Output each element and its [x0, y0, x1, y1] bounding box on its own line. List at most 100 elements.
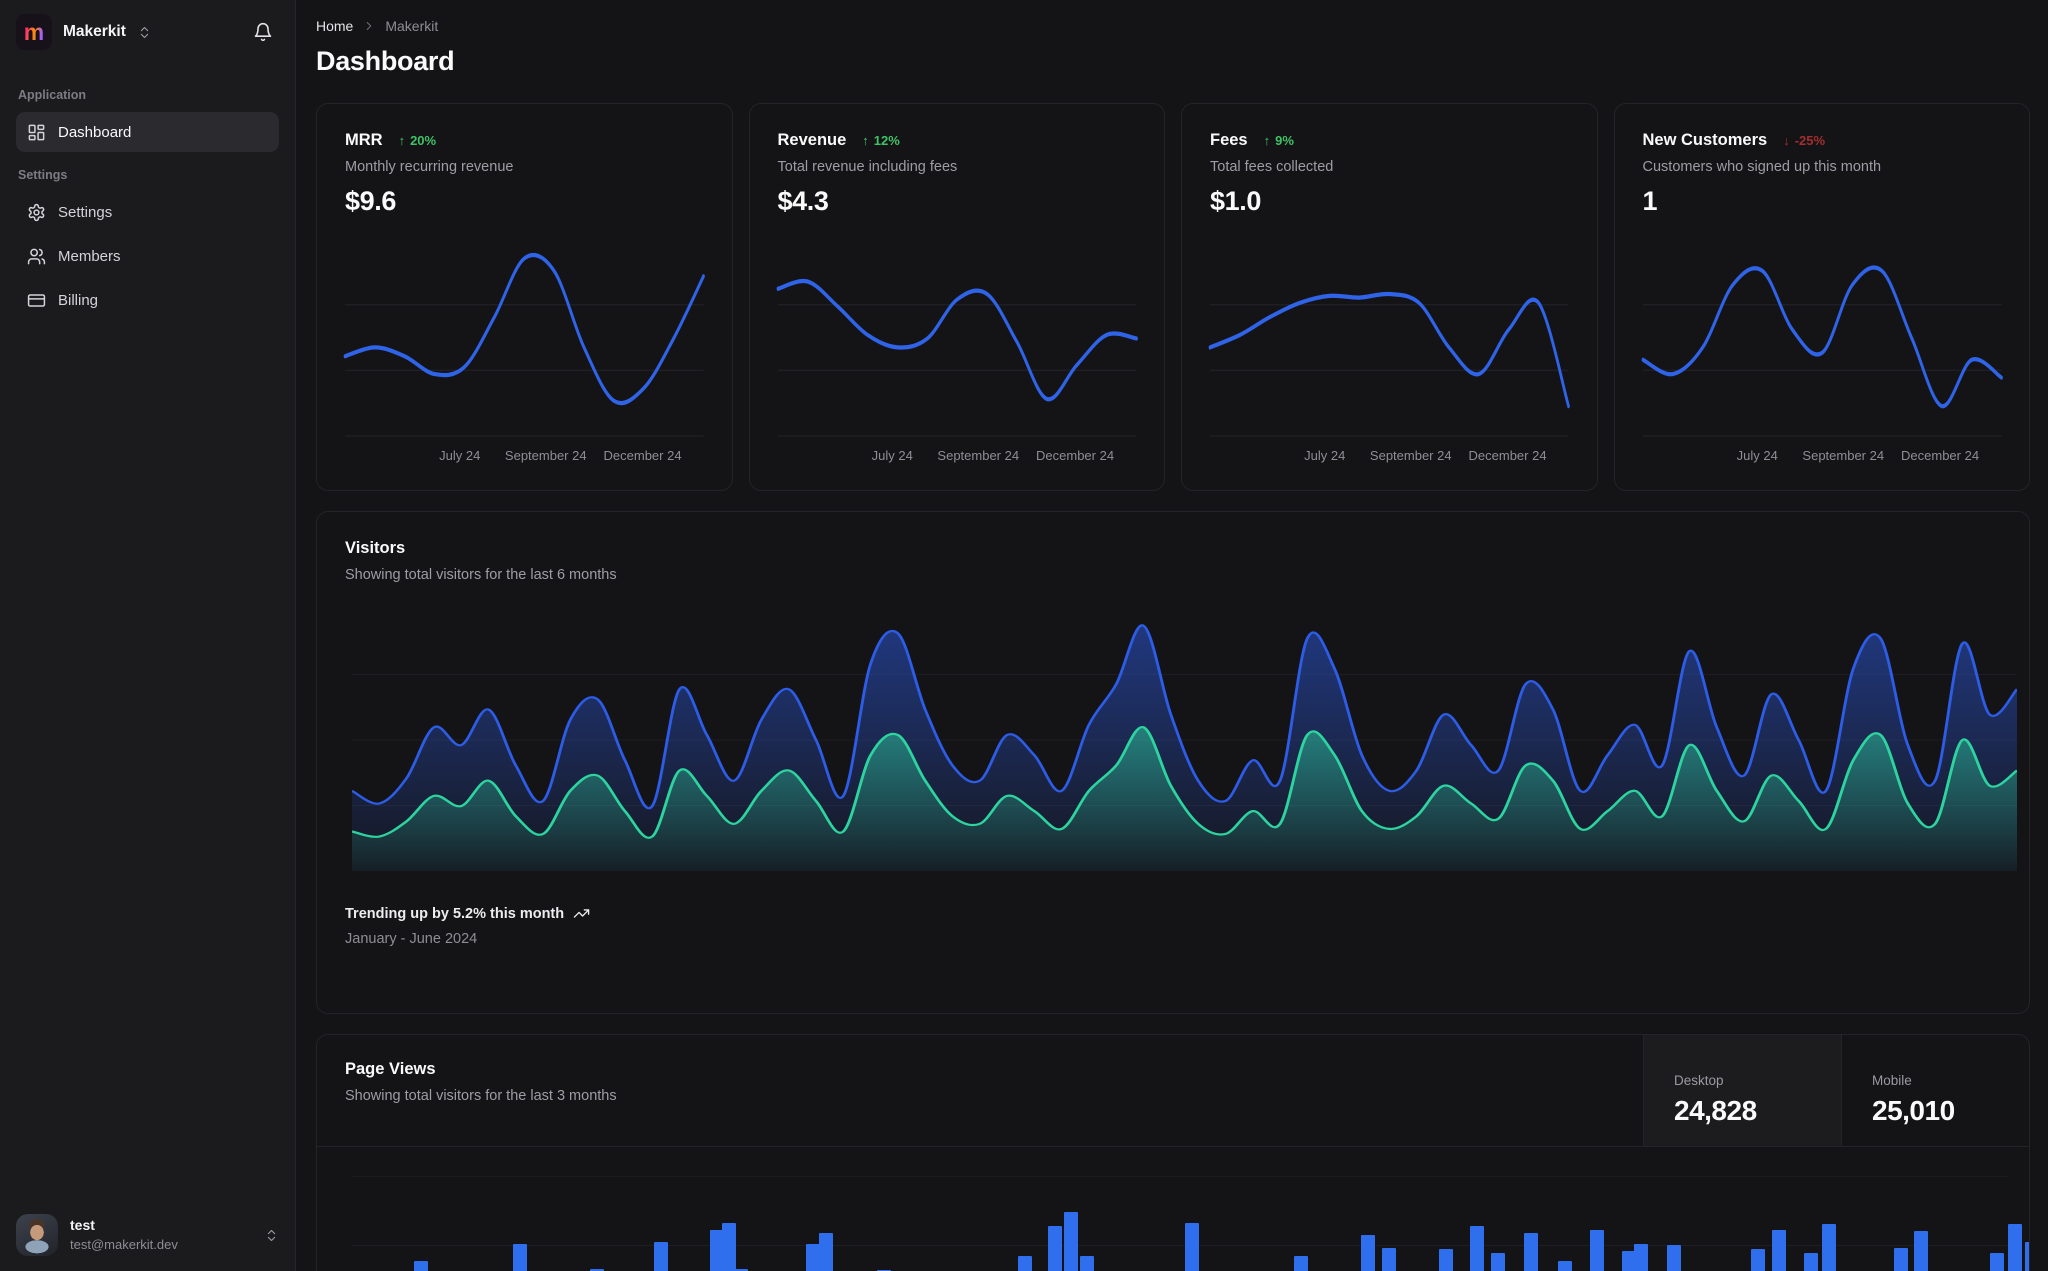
stat-card-fees: Fees ↑ 9% Total fees collected $1.0 July…	[1181, 103, 1598, 491]
stat-subtitle: Total fees collected	[1210, 159, 1334, 175]
gear-icon	[28, 203, 45, 221]
x-tick: July 24	[1304, 448, 1346, 463]
bar	[1914, 1231, 1928, 1271]
makerkit-logo: m	[16, 14, 52, 50]
bar	[1990, 1253, 2004, 1271]
bar	[1470, 1226, 1484, 1271]
trend-up-icon: ↑	[862, 133, 869, 148]
x-tick: September 24	[1802, 448, 1885, 463]
page-views-title: Page Views	[345, 1060, 436, 1078]
bar	[1524, 1233, 1538, 1271]
stat-value: $4.3	[777, 186, 829, 216]
revenue-sparkline-chart[interactable]: July 24 September 24 December 24	[776, 239, 1138, 470]
stat-subtitle: Customers who signed up this month	[1642, 159, 1882, 175]
trend-down-icon: ↓	[1783, 133, 1790, 148]
page-views-subtitle: Showing total visitors for the last 3 mo…	[345, 1088, 617, 1104]
notifications-bell-icon[interactable]	[249, 18, 277, 46]
bar	[513, 1244, 527, 1271]
breadcrumb-home[interactable]: Home	[316, 18, 353, 34]
sidebar-item-members[interactable]: Members	[16, 236, 279, 276]
trend-value: 12%	[873, 133, 900, 148]
bar	[2008, 1224, 2022, 1271]
nav-section-application: Application	[18, 88, 87, 102]
trend-value: 20%	[410, 133, 437, 148]
trend-up-icon: ↑	[398, 133, 406, 148]
trend-value: 9%	[1275, 133, 1294, 148]
user-name: test	[70, 1217, 95, 1234]
dashboard-icon	[28, 124, 45, 140]
stat-card-new-customers: New Customers ↓ -25% Customers who signe…	[1613, 103, 2030, 491]
bar	[1294, 1256, 1308, 1271]
tab-label: Desktop	[1674, 1073, 1724, 1088]
bar	[1080, 1256, 1094, 1271]
bar	[1822, 1224, 1836, 1271]
user-email: test@makerkit.dev	[70, 1236, 178, 1252]
visitors-title: Visitors	[345, 539, 406, 557]
visitors-trend-text: Trending up by 5.2% this month	[345, 905, 565, 922]
visitors-subtitle: Showing total visitors for the last 6 mo…	[345, 567, 617, 583]
mrr-sparkline-chart[interactable]: July 24 September 24 December 24	[343, 239, 705, 470]
stat-value: $1.0	[1210, 186, 1261, 216]
bar	[1804, 1253, 1818, 1271]
stat-subtitle: Total revenue including fees	[777, 159, 958, 175]
trend-badge: ↑ 9%	[1264, 133, 1294, 148]
chevron-right-icon	[367, 21, 372, 31]
nav-section-settings: Settings	[18, 168, 68, 182]
bar	[1018, 1256, 1032, 1271]
bar	[1634, 1244, 1648, 1271]
x-tick: December 24	[1468, 448, 1547, 463]
trend-value: -25%	[1794, 133, 1826, 148]
sidebar: m Makerkit Application Dashboard Setting…	[0, 0, 296, 1271]
tab-value: 25,010	[1872, 1095, 1955, 1126]
stat-card-revenue: Revenue ↑ 12% Total revenue including fe…	[748, 103, 1165, 491]
bar	[1048, 1226, 1062, 1271]
bar	[1361, 1235, 1375, 1271]
tab-desktop[interactable]: Desktop 24,828	[1643, 1035, 1841, 1146]
tab-mobile[interactable]: Mobile 25,010	[1841, 1035, 2029, 1146]
bar	[1751, 1249, 1765, 1271]
workspace-selector[interactable]: m Makerkit	[16, 14, 249, 50]
stat-value: $9.6	[345, 186, 396, 216]
bar	[1590, 1230, 1604, 1271]
visitors-period: January - June 2024	[345, 931, 478, 947]
credit-card-icon	[27, 293, 46, 307]
sidebar-item-billing[interactable]: Billing	[16, 280, 279, 320]
x-tick: September 24	[504, 448, 587, 463]
customers-sparkline-chart[interactable]: July 24 September 24 December 24	[1641, 239, 2003, 470]
x-tick: July 24	[1736, 448, 1778, 463]
bar	[1439, 1249, 1453, 1271]
sidebar-item-label: Dashboard	[58, 123, 132, 141]
visitors-area-chart[interactable]	[351, 609, 2019, 871]
sidebar-nav: Application Dashboard Settings Settings …	[0, 60, 295, 1199]
users-icon	[27, 248, 46, 264]
x-tick: September 24	[1369, 448, 1452, 463]
stat-subtitle: Monthly recurring revenue	[345, 159, 514, 175]
sidebar-item-settings[interactable]: Settings	[16, 192, 279, 232]
avatar	[16, 1214, 58, 1256]
stat-title: Revenue	[777, 131, 847, 149]
main-content: Home Makerkit Dashboard MRR ↑ 20% Monthl…	[296, 0, 2048, 1271]
bar	[1064, 1212, 1078, 1271]
trending-up-icon	[573, 909, 590, 918]
fees-sparkline-chart[interactable]: July 24 September 24 December 24	[1208, 239, 1570, 470]
stat-title: New Customers	[1642, 131, 1768, 149]
trend-up-icon: ↑	[1263, 133, 1271, 148]
bar	[722, 1223, 736, 1271]
user-menu[interactable]: test test@makerkit.dev	[0, 1199, 295, 1271]
page-views-bar-chart[interactable]	[352, 1147, 2029, 1271]
gridline	[352, 1245, 2009, 1246]
x-tick: July 24	[439, 448, 481, 463]
bar	[819, 1233, 833, 1271]
tab-label: Mobile	[1872, 1073, 1912, 1088]
bar	[1491, 1253, 1505, 1271]
sidebar-item-dashboard[interactable]: Dashboard	[16, 112, 279, 152]
x-tick: December 24	[1901, 448, 1980, 463]
bar	[414, 1261, 428, 1271]
stat-title: Fees	[1210, 131, 1248, 149]
bar	[2025, 1242, 2029, 1271]
sidebar-item-label: Settings	[58, 203, 113, 221]
sidebar-item-label: Members	[58, 247, 121, 265]
bar	[806, 1244, 820, 1271]
breadcrumb-current: Makerkit	[385, 18, 439, 34]
x-tick: September 24	[937, 448, 1020, 463]
